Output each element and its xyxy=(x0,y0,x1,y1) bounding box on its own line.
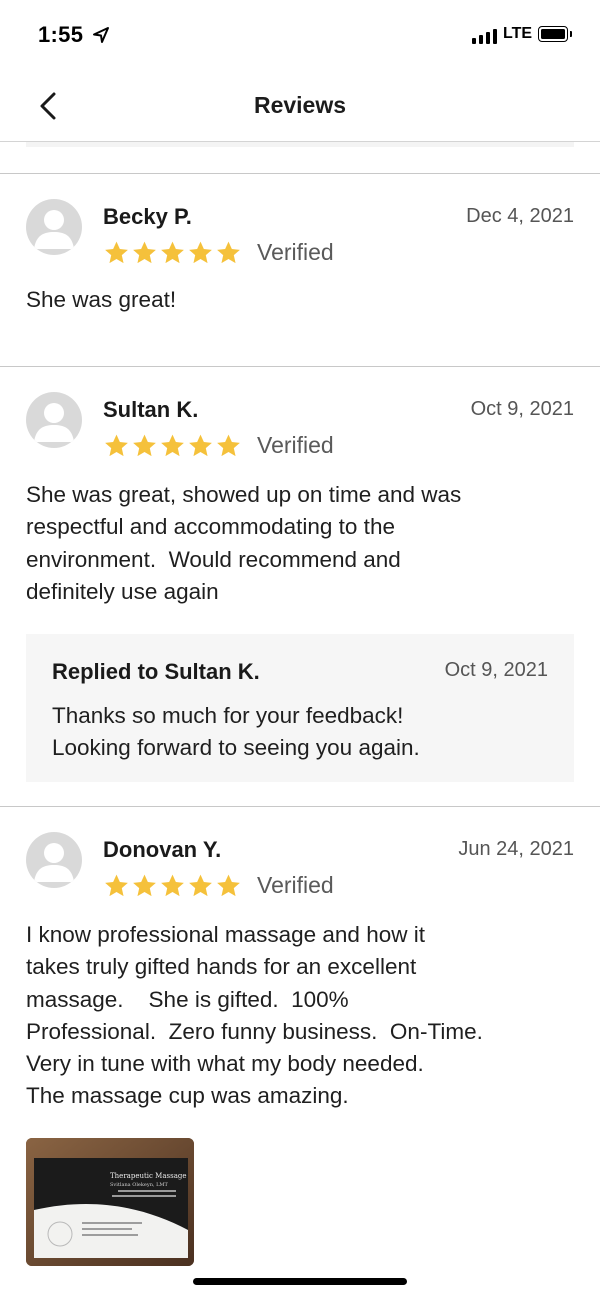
location-arrow-icon xyxy=(93,27,109,43)
review-divider xyxy=(0,173,600,174)
battery-tip xyxy=(570,31,572,37)
star-icon xyxy=(105,874,128,897)
review-divider xyxy=(0,806,600,807)
star-icon xyxy=(189,241,212,264)
status-time: 1:55 xyxy=(38,22,84,47)
review-text: She was great! xyxy=(26,287,177,312)
star-icon xyxy=(105,241,128,264)
reply-date: Oct 9, 2021 xyxy=(444,659,548,681)
star-icon xyxy=(133,434,156,457)
review-date: Oct 9, 2021 xyxy=(470,398,574,420)
user-placeholder-icon xyxy=(34,210,74,249)
reviewer-name: Donovan Y. xyxy=(103,837,222,862)
verified-label: Verified xyxy=(257,239,334,265)
avatar xyxy=(26,392,82,448)
page-title: Reviews xyxy=(253,92,347,118)
cellular-signal-icon xyxy=(472,28,497,44)
star-icon xyxy=(161,434,184,457)
business-card-image: Therapeutic Massage Svitlana Olekeyn, LM… xyxy=(26,1138,194,1266)
review-divider xyxy=(0,366,600,367)
user-placeholder-icon xyxy=(34,843,74,882)
star-icon xyxy=(133,241,156,264)
star-icon xyxy=(161,241,184,264)
verified-label: Verified xyxy=(257,872,334,898)
reviewer-name: Becky P. xyxy=(103,204,192,229)
card-title-text: Therapeutic Massage xyxy=(110,1172,187,1180)
star-rating xyxy=(103,433,242,459)
battery-icon xyxy=(538,26,568,42)
avatar xyxy=(26,199,82,255)
star-icon xyxy=(189,434,212,457)
card-name-text: Svitlana Olekeyn, LMT xyxy=(110,1182,169,1188)
avatar xyxy=(26,832,82,888)
review-date: Dec 4, 2021 xyxy=(466,205,574,227)
nav-bar: Reviews xyxy=(0,72,600,142)
star-rating xyxy=(103,873,242,899)
home-indicator[interactable] xyxy=(193,1278,407,1285)
reviewer-name: Sultan K. xyxy=(103,397,199,422)
owner-reply: Replied to Sultan K. Oct 9, 2021 Thanks … xyxy=(26,634,574,782)
review-photo[interactable]: Therapeutic Massage Svitlana Olekeyn, LM… xyxy=(26,1138,194,1266)
star-icon xyxy=(189,874,212,897)
network-type-label: LTE xyxy=(503,25,533,42)
review-text: She was great, showed up on time and was… xyxy=(26,482,462,604)
star-rating xyxy=(103,240,242,266)
star-icon xyxy=(161,874,184,897)
star-icon xyxy=(217,434,240,457)
status-bar: 1:55 LTE xyxy=(0,0,600,72)
star-icon xyxy=(217,241,240,264)
review-date: Jun 24, 2021 xyxy=(458,838,574,860)
reply-text: Thanks so much for your feedback! Lookin… xyxy=(52,703,420,760)
previous-item-edge xyxy=(26,142,574,147)
user-placeholder-icon xyxy=(34,403,74,442)
verified-label: Verified xyxy=(257,432,334,458)
reply-title: Replied to Sultan K. xyxy=(52,659,260,684)
star-icon xyxy=(133,874,156,897)
star-icon xyxy=(105,434,128,457)
review-text: I know professional massage and how it t… xyxy=(26,922,483,1109)
star-icon xyxy=(217,874,240,897)
